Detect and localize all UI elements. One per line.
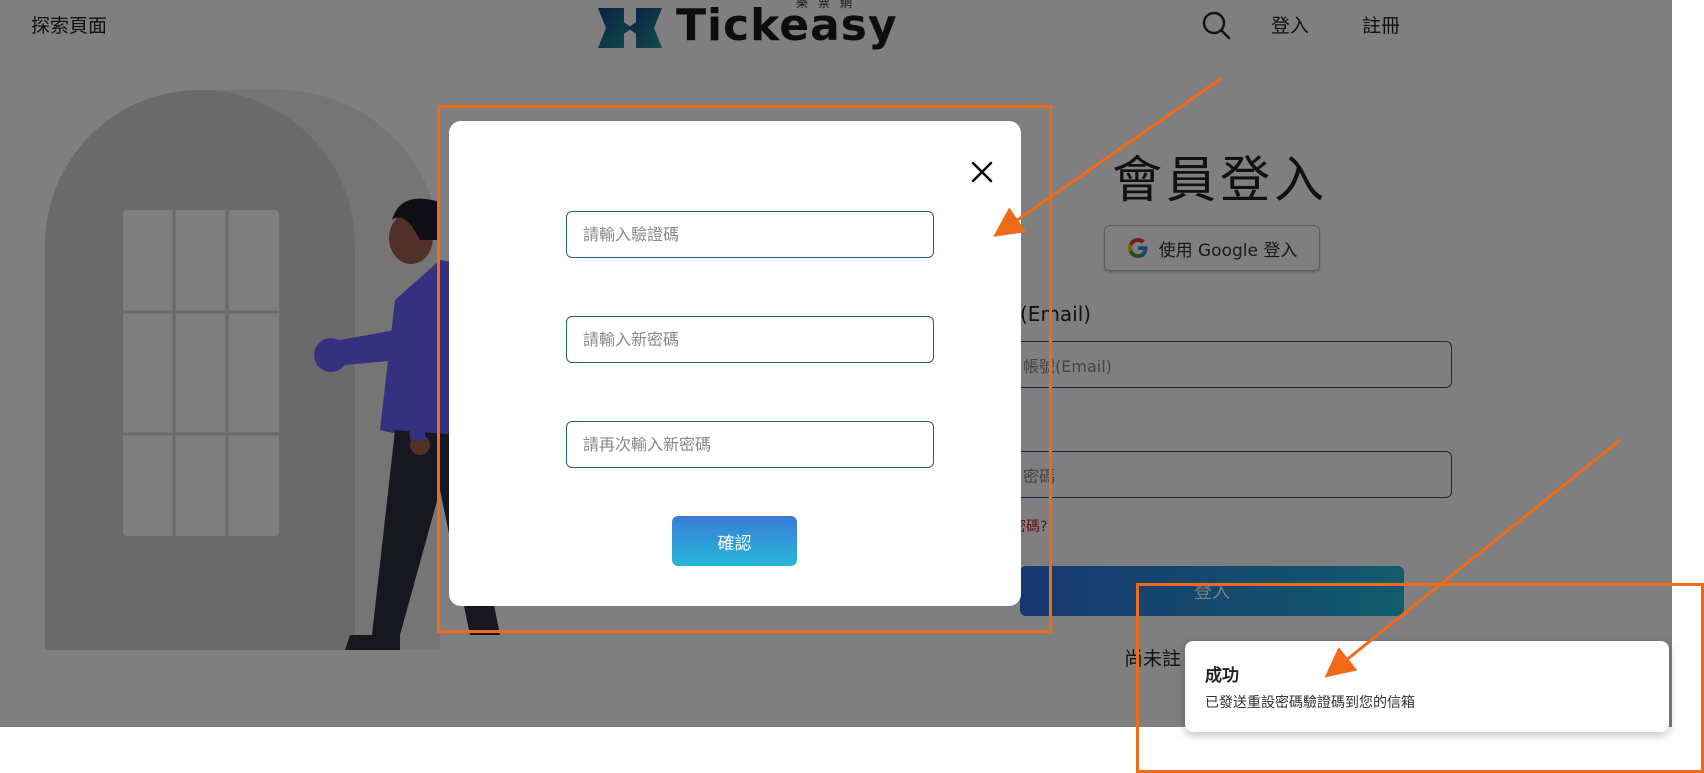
screen: 探索頁面 Tickeasy 樂票網 登入 註冊 xyxy=(0,0,1704,773)
annotation-box-modal xyxy=(437,105,1052,633)
annotation-box-toast xyxy=(1136,583,1704,773)
